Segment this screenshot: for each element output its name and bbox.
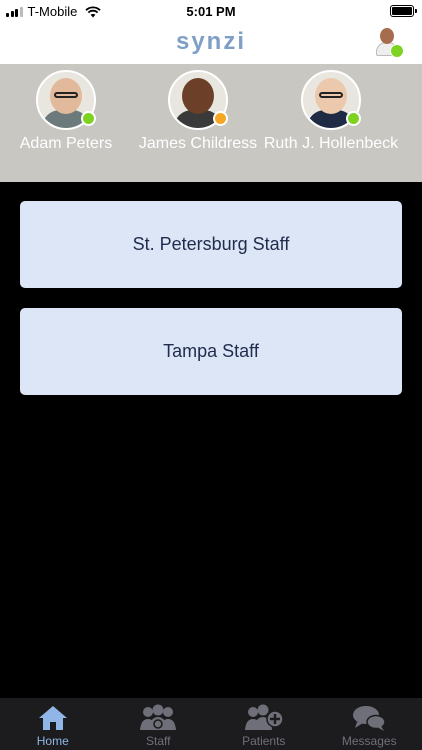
staff-groups-list: St. Petersburg Staff Tampa Staff [20, 201, 402, 415]
avatar [168, 70, 228, 130]
avatar [36, 70, 96, 130]
online-status-dot [346, 111, 361, 126]
tab-staff[interactable]: Staff [113, 698, 203, 750]
staff-icon [140, 704, 177, 730]
avatar [301, 70, 361, 130]
profile-status-dot [390, 44, 404, 58]
tab-messages[interactable]: Messages [324, 698, 414, 750]
favorites-strip: Adam Peters James Childress Ruth J. Holl… [0, 64, 422, 182]
favorite-name: Adam Peters [19, 135, 113, 152]
tab-patients[interactable]: Patients [219, 698, 309, 750]
tab-label: Home [36, 734, 69, 748]
patients-icon [244, 704, 284, 730]
favorite-adam-peters[interactable]: Adam Peters [0, 70, 136, 153]
favorite-james-childress[interactable]: James Childress [128, 70, 268, 153]
profile-avatar-button[interactable] [376, 28, 404, 58]
group-button-tampa[interactable]: Tampa Staff [20, 308, 402, 395]
tab-home[interactable]: Home [8, 698, 98, 750]
clock: 5:01 PM [186, 4, 236, 19]
doctor-avatar-icon [380, 28, 394, 44]
online-status-dot [81, 111, 96, 126]
favorite-name: Ruth J. Hollenbeck [263, 135, 399, 152]
tab-label: Staff [146, 734, 171, 748]
away-status-dot [213, 111, 228, 126]
status-bar: T-Mobile 5:01 PM [0, 0, 422, 22]
tab-label: Patients [242, 734, 286, 748]
group-button-st-petersburg[interactable]: St. Petersburg Staff [20, 201, 402, 288]
messages-icon [353, 706, 386, 731]
home-icon [38, 706, 67, 730]
app-logo: synzi [175, 28, 247, 55]
favorite-ruth-hollenbeck[interactable]: Ruth J. Hollenbeck [261, 70, 401, 153]
favorite-name: James Childress [138, 135, 258, 152]
tab-bar: Home Staff Patients Messages [0, 698, 422, 750]
battery-icon [390, 5, 417, 17]
app-header: synzi [0, 22, 422, 64]
tab-label: Messages [341, 734, 397, 748]
